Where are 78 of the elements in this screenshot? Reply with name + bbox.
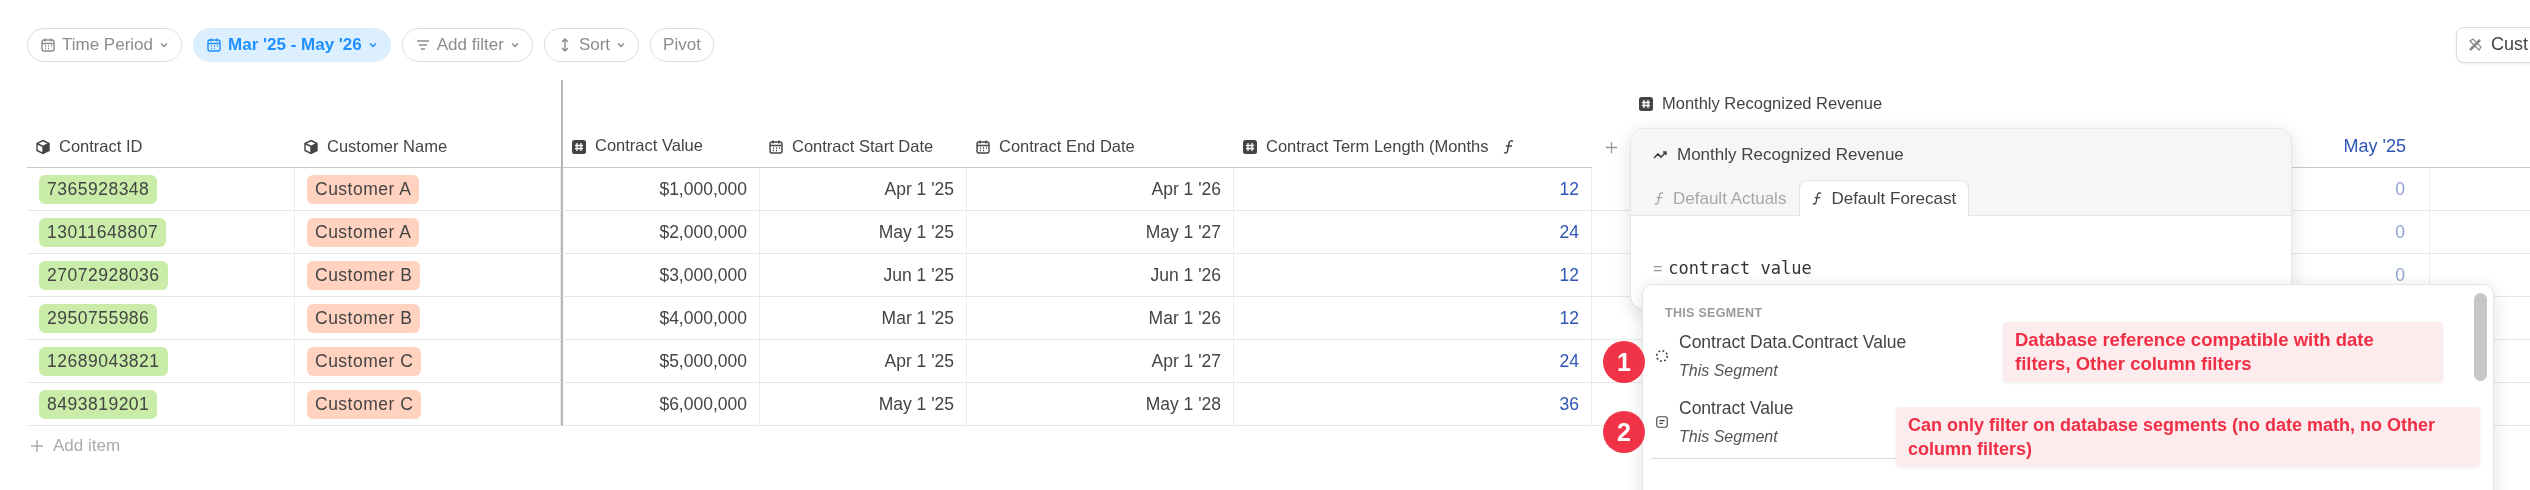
contract-id-tag: 8493819201	[39, 389, 158, 419]
table-cell: Apr 1 '25	[884, 178, 954, 200]
table-cell: 24	[1559, 350, 1579, 372]
cube-icon	[35, 138, 51, 155]
number-icon	[1242, 138, 1258, 155]
table-cell: Mar 1 '25	[881, 307, 954, 329]
table-cell: 12	[1559, 264, 1579, 286]
document-icon	[1655, 415, 1669, 429]
table-cell: Apr 1 '25	[884, 350, 954, 372]
calendar-icon	[40, 36, 56, 53]
table-cell: May 1 '27	[1145, 221, 1221, 243]
plus-icon	[29, 438, 45, 454]
table-cell: 0	[2395, 264, 2405, 286]
popup-title: Monthly Recognized Revenue	[1677, 145, 1904, 165]
column-header[interactable]: Customer Name	[327, 137, 448, 156]
formula-icon	[1812, 191, 1824, 206]
column-header[interactable]: Contract End Date	[999, 137, 1135, 156]
formula-input[interactable]: contract value	[1668, 258, 1812, 278]
table-cell: Apr 1 '27	[1151, 350, 1221, 372]
calendar-icon	[768, 138, 784, 155]
number-badge: 2	[1603, 411, 1645, 453]
table-cell: Mar 1 '26	[1148, 307, 1221, 329]
table-cell: May 1 '25	[878, 393, 954, 415]
customer-tag: Customer B	[307, 303, 421, 333]
customer-tag: Customer A	[307, 174, 420, 204]
add-column-icon[interactable]	[1603, 139, 1619, 155]
calendar-icon	[975, 138, 991, 155]
contract-id-tag: 12689043821	[39, 346, 168, 376]
table-cell: May 1 '25	[878, 221, 954, 243]
table-cell: 24	[1559, 221, 1579, 243]
suggestion-item[interactable]: Contract Data.Contract Value This Segment	[1643, 326, 1913, 386]
table-cell: $3,000,000	[659, 264, 747, 286]
formula-tab[interactable]: Default Forecast	[1799, 180, 1970, 216]
equals-sign: =	[1653, 260, 1663, 278]
column-header[interactable]: Contract Value	[595, 136, 703, 155]
table-cell: $6,000,000	[659, 393, 747, 415]
table-cell: $4,000,000	[659, 307, 747, 329]
column-header[interactable]: Contract Start Date	[792, 137, 934, 156]
contract-id-tag: 27072928036	[39, 260, 168, 290]
group-header: Monthly Recognized Revenue	[1662, 94, 1883, 113]
table-cell: 12	[1559, 307, 1579, 329]
table-cell: $2,000,000	[659, 221, 747, 243]
pencil-ruler-icon	[2467, 36, 2483, 53]
contract-id-tag: 13011648807	[39, 217, 167, 247]
customize-button[interactable]: Cust	[2456, 26, 2530, 63]
table-cell: $5,000,000	[659, 350, 747, 372]
scrollbar[interactable]	[2474, 293, 2487, 381]
section-label: THIS SEGMENT	[1664, 305, 1764, 320]
table-cell: 0	[2395, 178, 2405, 200]
customer-tag: Customer C	[307, 389, 422, 419]
calendar-icon	[206, 36, 222, 53]
suggestion-item[interactable]: Contract Value This Segment	[1643, 392, 1800, 452]
customer-tag: Customer C	[307, 346, 422, 376]
number-badge: 1	[1603, 341, 1645, 383]
formula-icon	[1502, 138, 1515, 155]
table-cell: $1,000,000	[659, 178, 747, 200]
annotation-note: Database reference compatible with date filters, Other column filters	[2003, 322, 2443, 382]
formula-icon	[1654, 191, 1665, 206]
date-filter-button[interactable]: Time Period	[27, 27, 182, 62]
dotted-circle-icon	[1655, 349, 1669, 363]
number-icon	[571, 139, 587, 155]
table-cell: Jun 1 '26	[1150, 264, 1221, 286]
table-cell: May 1 '28	[1145, 393, 1221, 415]
table-cell: 12	[1559, 178, 1579, 200]
contract-id-tag: 7365928348	[39, 174, 158, 204]
column-header[interactable]: Contract ID	[59, 137, 143, 156]
customer-tag: Customer A	[307, 217, 420, 247]
annotation-note: Can only filter on database segments (no date math, no Other column filters)	[1896, 407, 2480, 467]
table-cell: Apr 1 '26	[1151, 178, 1221, 200]
month-header[interactable]: May '25	[2343, 136, 2406, 157]
contract-id-tag: 2950755986	[39, 303, 158, 333]
number-icon	[1638, 95, 1654, 112]
cube-icon	[303, 138, 319, 155]
column-header[interactable]: Contract Term Length (Months	[1266, 137, 1489, 156]
customer-tag: Customer B	[307, 260, 421, 290]
table-cell: 36	[1559, 393, 1579, 415]
table-cell: 0	[2395, 221, 2405, 243]
table-cell: Jun 1 '25	[883, 264, 954, 286]
